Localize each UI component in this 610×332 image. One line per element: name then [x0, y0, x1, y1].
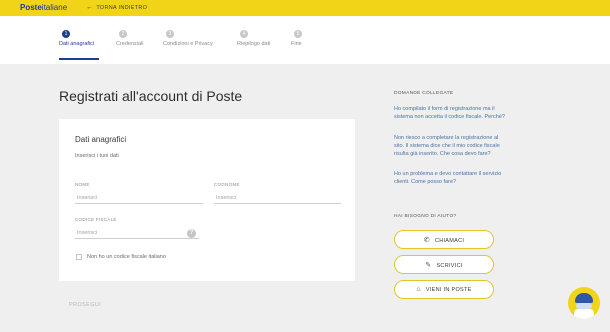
poste-italiane-logo[interactable]: Posteitaliane — [20, 3, 67, 12]
nome-label: NOME — [75, 182, 90, 187]
prosegui-button[interactable]: PROSEGUI — [69, 302, 101, 308]
step-number: 3 — [166, 30, 174, 38]
step-label: Dati anagrafici — [59, 41, 95, 47]
cognome-label: COGNOME — [214, 182, 240, 187]
form-subtitle: Inserisci i tuoi dati — [75, 153, 119, 159]
registration-form-card: Dati anagrafici Inserisci i tuoi dati NO… — [59, 119, 355, 281]
location-icon: ⌂ — [416, 286, 421, 293]
step-credenziali: 2 Credenziali — [116, 30, 144, 47]
active-step-indicator — [59, 58, 99, 60]
nome-input[interactable] — [75, 192, 203, 204]
phone-icon: ✆ — [423, 236, 430, 244]
faq-link-customer-service[interactable]: Ho un problema e devo contattare il serv… — [394, 170, 506, 186]
no-codice-fiscale-label[interactable]: Non ho un codice fiscale italiano — [87, 254, 166, 260]
edit-icon: ✎ — [425, 261, 432, 269]
no-codice-fiscale-checkbox[interactable] — [76, 254, 82, 260]
mascot-hat — [575, 293, 593, 303]
related-questions-title: DOMANDE COLLEGATE — [394, 91, 454, 96]
step-label: Fine — [291, 41, 302, 47]
step-riepilogo-dati: 4 Riepilogo dati — [237, 30, 270, 47]
logo-bold: Poste — [20, 3, 42, 12]
chiamaci-button[interactable]: ✆ CHIAMACI — [394, 230, 494, 249]
scrivici-label: SCRIVICI — [436, 262, 463, 269]
faq-link-already-registered[interactable]: Non riesco a completare la registrazione… — [394, 134, 506, 158]
step-number: 2 — [119, 30, 127, 38]
logo-rest: italiane — [41, 3, 68, 12]
chat-assistant-avatar[interactable] — [568, 287, 600, 319]
step-condizioni-privacy: 3 Condizioni e Privacy — [163, 30, 213, 47]
vieni-in-poste-button[interactable]: ⌂ VIENI IN POSTE — [394, 280, 494, 299]
codice-fiscale-label: CODICE FISCALE — [75, 217, 117, 222]
arrow-left-icon: ← — [86, 4, 94, 11]
back-link[interactable]: ← TORNA INDIETRO — [86, 4, 147, 11]
step-dati-anagrafici: 1 Dati anagrafici — [59, 30, 99, 60]
cognome-input[interactable] — [214, 192, 341, 204]
step-label: Condizioni e Privacy — [163, 41, 213, 47]
progress-steps: 1 Dati anagrafici 2 Credenziali 3 Condiz… — [0, 16, 610, 64]
step-label: Credenziali — [116, 41, 144, 47]
mascot-body — [574, 309, 594, 319]
step-number: 1 — [62, 30, 70, 38]
page-title: Registrati all'account di Poste — [59, 88, 243, 104]
help-icon[interactable]: ? — [187, 229, 196, 238]
faq-link-codice-fiscale[interactable]: Ho compilato il form di registrazione ma… — [394, 105, 506, 121]
top-bar: Posteitaliane ← TORNA INDIETRO — [0, 0, 610, 16]
step-label: Riepilogo dati — [237, 41, 271, 47]
step-number: 4 — [240, 30, 248, 38]
vieni-in-poste-label: VIENI IN POSTE — [425, 287, 472, 293]
step-fine: 5 Fine — [291, 30, 302, 47]
codice-fiscale-input[interactable] — [75, 227, 199, 239]
scrivici-button[interactable]: ✎ SCRIVICI — [394, 255, 494, 274]
chiamaci-label: CHIAMACI — [434, 237, 465, 244]
back-label: TORNA INDIETRO — [96, 5, 148, 11]
form-title: Dati anagrafici — [75, 135, 127, 144]
need-help-title: HAI BISOGNO DI AIUTO? — [394, 214, 457, 219]
step-number: 5 — [294, 30, 302, 38]
